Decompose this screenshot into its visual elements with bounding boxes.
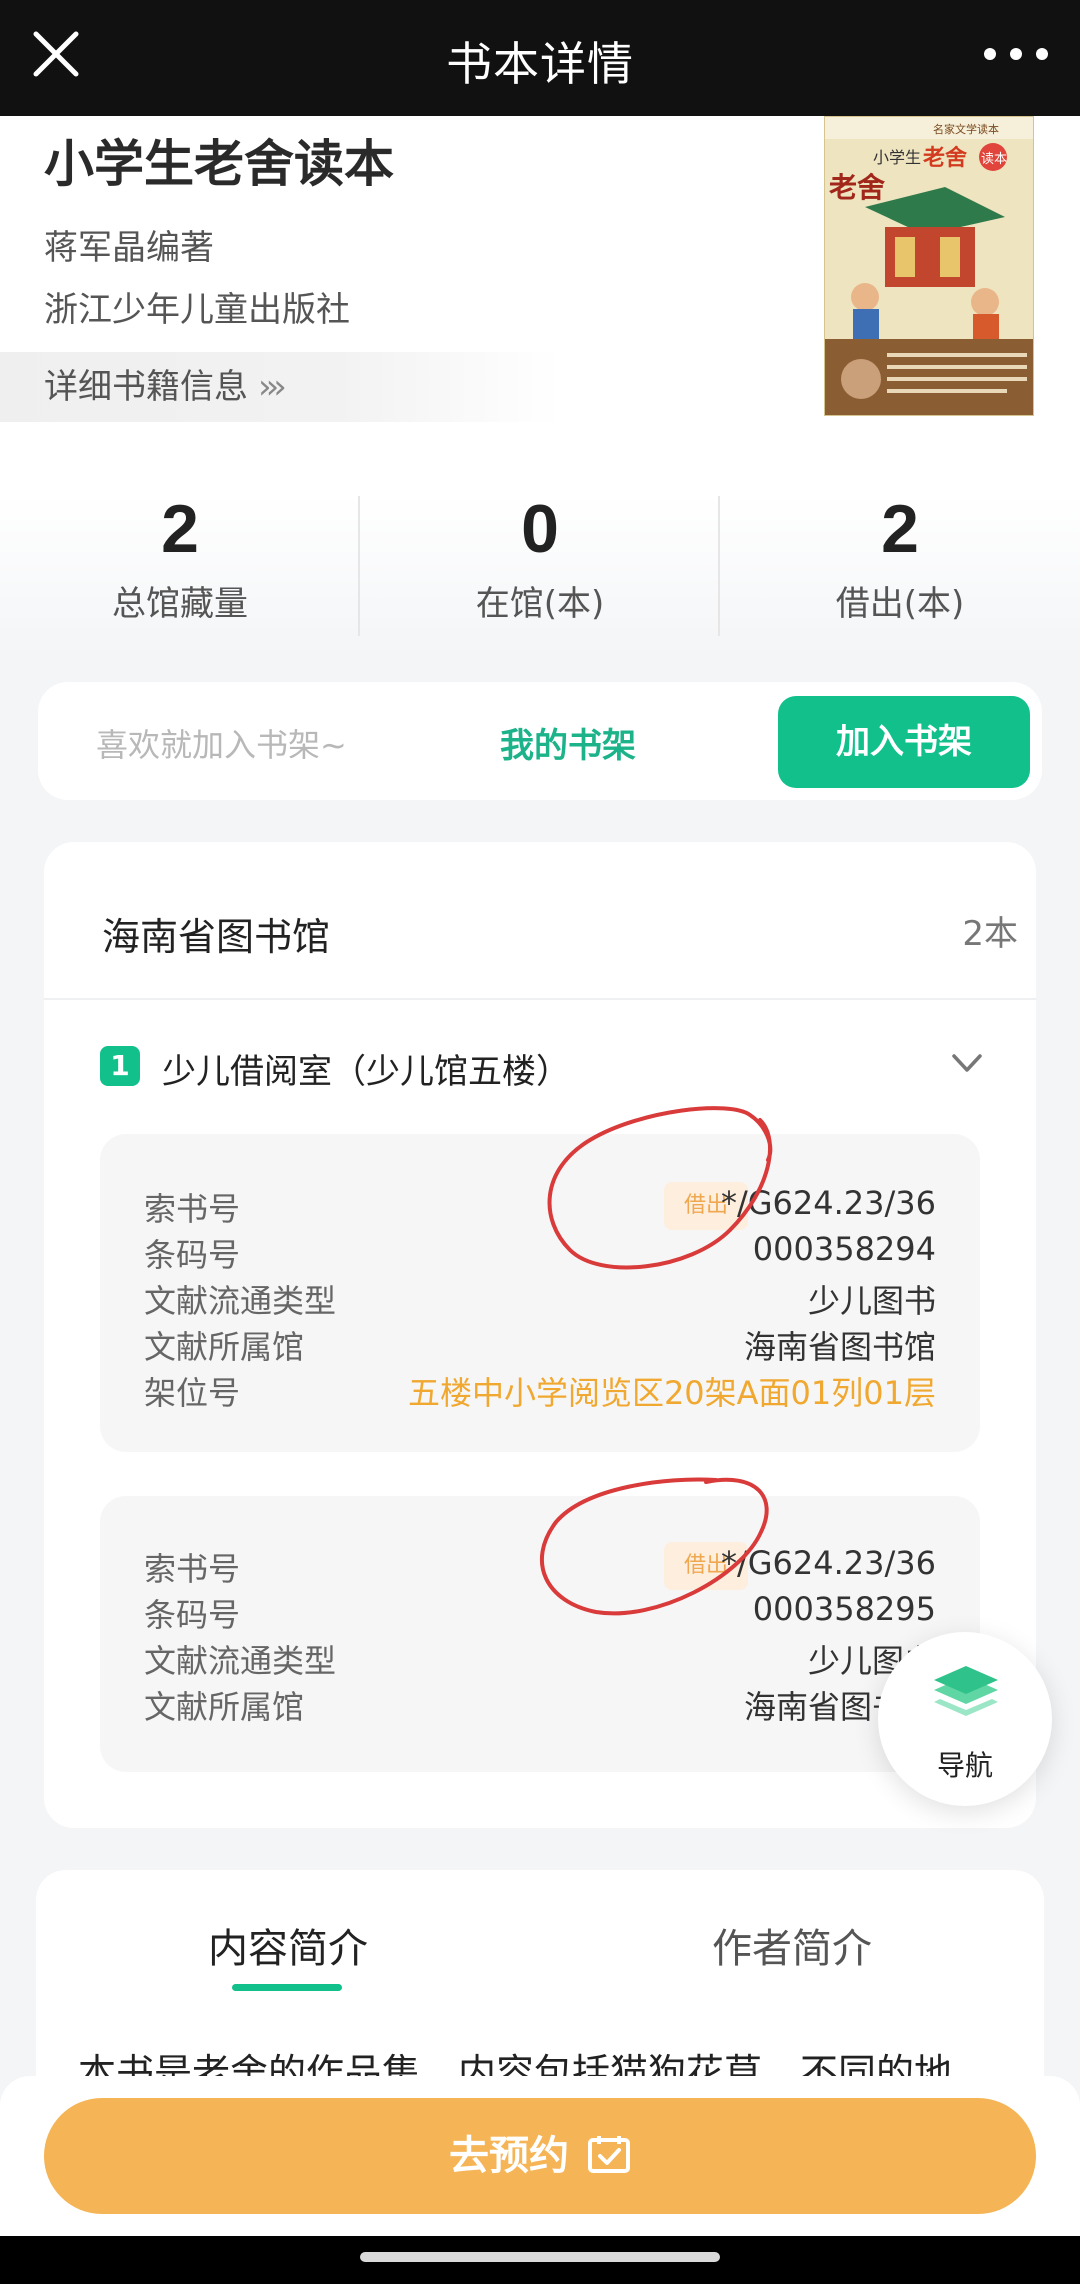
book-publisher: 浙江少年儿童出版社: [44, 290, 350, 330]
detail-info-label: 详细书籍信息: [44, 367, 248, 407]
tab-author-intro[interactable]: 作者简介: [712, 1916, 872, 1974]
chevron-down-icon[interactable]: [950, 1050, 984, 1076]
reserve-button[interactable]: 去预约: [44, 2098, 1036, 2214]
stat-in-library-label: 在馆(本): [475, 584, 605, 624]
reserve-label: 去预约: [449, 2133, 569, 2179]
shelf-hint: 喜欢就加入书架~: [96, 726, 347, 764]
home-indicator-bar: [0, 2236, 1080, 2284]
cover-art: 名家文学读本 小学生 老舍 读本 老舍: [825, 117, 1033, 415]
row-key: 条码号: [144, 1596, 241, 1634]
top-bar: 书本详情: [0, 0, 1080, 116]
bottom-action-bar: 去预约: [0, 2076, 1080, 2236]
row-value: 海南省图书馆: [743, 1328, 936, 1366]
copy-row: 文献所属馆 海南省图书馆: [144, 1322, 936, 1368]
layers-icon: [934, 1666, 998, 1716]
stat-total-number: 2: [161, 491, 199, 567]
row-key: 条码号: [144, 1236, 241, 1274]
tab-active-indicator: [232, 1984, 342, 1991]
stat-in-library-number: 0: [521, 491, 559, 567]
cover-series: 名家文学读本: [933, 122, 999, 136]
row-key: 文献流通类型: [144, 1282, 337, 1320]
holding-stats: 2 总馆藏量 0 在馆(本) 2 借出(本): [0, 490, 1080, 650]
more-dots-icon[interactable]: [976, 34, 1056, 74]
row-value: 少儿图书: [807, 1282, 936, 1320]
row-key: 索书号: [144, 1550, 241, 1588]
stat-in-library: 0 在馆(本): [360, 490, 720, 625]
row-key: 文献所属馆: [144, 1688, 305, 1726]
row-key: 文献流通类型: [144, 1642, 337, 1680]
add-to-shelf-button[interactable]: 加入书架: [778, 696, 1030, 788]
row-key: 文献所属馆: [144, 1328, 305, 1366]
cover-title-prefix: 小学生: [873, 148, 921, 167]
copy-row: 架位号 五楼中小学阅览区20架A面01列01层: [144, 1368, 936, 1414]
row-key: 架位号: [144, 1374, 241, 1412]
detail-info-link[interactable]: 详细书籍信息 ›››: [0, 352, 560, 422]
copy-row: 文献流通类型 少儿图书: [144, 1636, 936, 1682]
tab-content-intro[interactable]: 内容简介: [208, 1916, 368, 1974]
cover-title-name: 老舍: [922, 145, 968, 171]
stat-borrowed-label: 借出(本): [835, 584, 965, 624]
stat-total-label: 总馆藏量: [112, 584, 248, 624]
divider: [44, 998, 1036, 1000]
home-indicator[interactable]: [360, 2252, 720, 2262]
cover-side-name: 老舍: [829, 171, 885, 204]
book-cover[interactable]: 名家文学读本 小学生 老舍 读本 老舍: [824, 116, 1034, 416]
chevrons-right-icon: ›››: [258, 367, 287, 407]
book-author: 蒋军晶编著: [44, 228, 214, 268]
red-circle-annotation: [539, 1477, 769, 1616]
room-name: 少儿借阅室（少儿馆五楼）: [162, 1052, 570, 1092]
copy-row: 文献所属馆 海南省图书馆: [144, 1682, 936, 1728]
nav-float-button[interactable]: 导航: [878, 1632, 1052, 1806]
page-title: 书本详情: [446, 37, 634, 91]
stat-borrowed: 2 借出(本): [720, 490, 1080, 625]
calendar-check-icon: [588, 2136, 630, 2173]
room-index-badge: 1: [100, 1046, 140, 1086]
shelf-location-value: 五楼中小学阅览区20架A面01列01层: [407, 1374, 936, 1412]
book-title: 小学生老舍读本: [44, 135, 394, 193]
bookshelf-bar: 喜欢就加入书架~ 我的书架 加入书架: [38, 682, 1042, 800]
red-circle-annotation: [547, 1106, 773, 1270]
row-key: 索书号: [144, 1190, 241, 1228]
stat-total: 2 总馆藏量: [0, 490, 360, 625]
cover-title-suffix: 读本: [981, 152, 1007, 167]
stat-borrowed-number: 2: [881, 491, 919, 567]
my-shelf-link[interactable]: 我的书架: [500, 718, 636, 767]
nav-label: 导航: [936, 1749, 993, 1782]
library-copy-count: 2本: [962, 914, 1018, 954]
library-name: 海南省图书馆: [102, 915, 331, 959]
